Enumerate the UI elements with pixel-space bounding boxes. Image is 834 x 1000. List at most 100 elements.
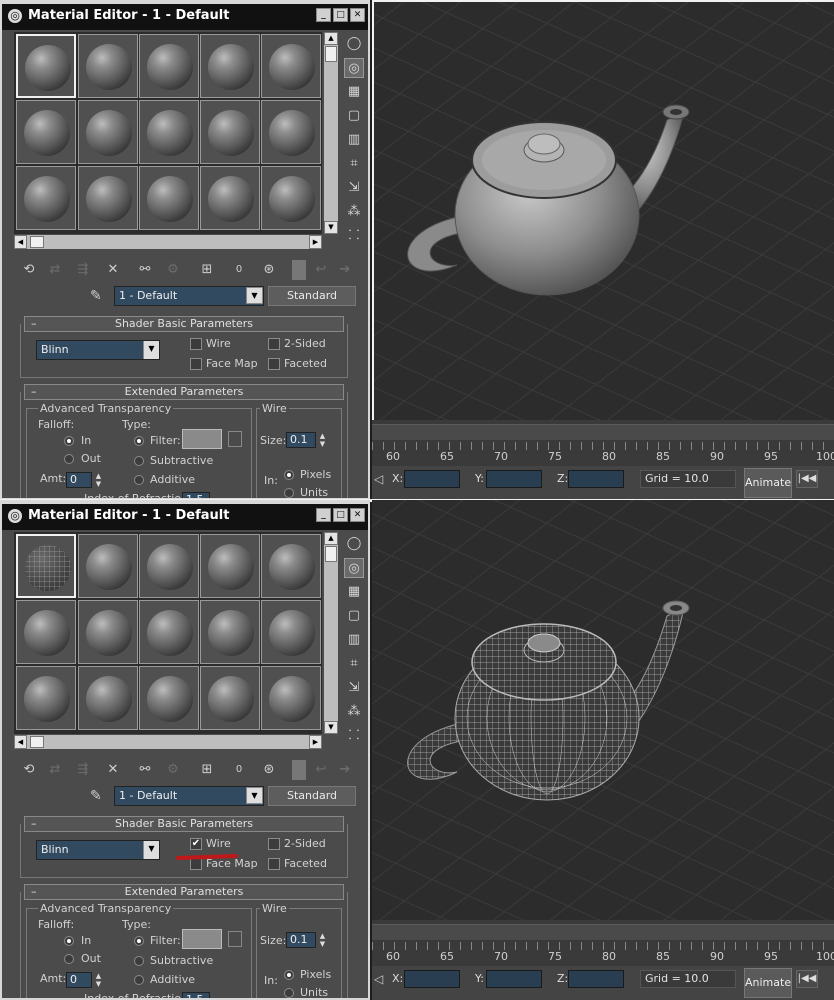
goto-start-icon[interactable]: |◀◀: [796, 970, 818, 988]
maximize-icon[interactable]: □: [333, 8, 348, 22]
filter-map-button[interactable]: [228, 931, 242, 947]
reset-map-icon[interactable]: ✕: [102, 260, 124, 280]
options-icon[interactable]: ⇲: [344, 178, 364, 198]
timeline[interactable]: 60 65 70 75 80 85 90 95 100: [372, 920, 834, 966]
time-slider-track[interactable]: [372, 424, 834, 440]
wire-size-spinner[interactable]: 0.1: [286, 432, 316, 448]
type-subtractive-radio[interactable]: [134, 956, 144, 966]
y-coordinate-field[interactable]: [486, 970, 542, 988]
material-type-button[interactable]: Standard: [268, 786, 356, 806]
material-effects-channel-icon[interactable]: ⊞: [196, 260, 218, 280]
video-color-check-icon[interactable]: ▥: [344, 630, 364, 650]
x-coordinate-field[interactable]: [404, 470, 460, 488]
scroll-right-icon[interactable]: ▶: [309, 235, 322, 249]
sample-slot[interactable]: [139, 666, 199, 730]
timeline[interactable]: 60 65 70 75 80 85 90 95 100: [372, 420, 834, 466]
sample-slot[interactable]: [200, 100, 260, 164]
reset-map-icon[interactable]: ✕: [102, 760, 124, 780]
sample-slot[interactable]: [78, 34, 138, 98]
selection-lock-icon[interactable]: ◁: [374, 972, 383, 986]
maximize-icon[interactable]: □: [333, 508, 348, 522]
perspective-viewport[interactable]: [372, 500, 834, 920]
animate-button[interactable]: Animate: [744, 468, 792, 498]
face-map-checkbox[interactable]: [190, 358, 202, 370]
scroll-thumb[interactable]: [325, 546, 337, 562]
two-sided-checkbox[interactable]: [268, 338, 280, 350]
scroll-left-icon[interactable]: ◀: [14, 735, 27, 749]
two-sided-checkbox[interactable]: [268, 838, 280, 850]
animate-button[interactable]: Animate: [744, 968, 792, 998]
scroll-thumb[interactable]: [30, 236, 44, 248]
sample-slot[interactable]: [78, 166, 138, 230]
selection-lock-icon[interactable]: ◁: [374, 472, 383, 486]
scroll-thumb[interactable]: [30, 736, 44, 748]
close-icon[interactable]: ✕: [350, 508, 365, 522]
falloff-out-radio[interactable]: [64, 954, 74, 964]
face-map-checkbox[interactable]: [190, 858, 202, 870]
sample-type-icon[interactable]: ◯: [344, 534, 364, 554]
units-radio[interactable]: [284, 988, 294, 998]
z-coordinate-field[interactable]: [568, 470, 624, 488]
amt-spinner[interactable]: 0: [66, 472, 92, 488]
x-coordinate-field[interactable]: [404, 970, 460, 988]
material-name-field[interactable]: 1 - Default: [114, 786, 264, 806]
select-by-material-icon[interactable]: ⁂: [344, 202, 364, 222]
sample-slot[interactable]: [200, 666, 260, 730]
slots-vertical-scrollbar[interactable]: ▲ ▼: [324, 532, 338, 734]
sample-slot[interactable]: [261, 34, 321, 98]
material-name-field[interactable]: 1 - Default: [114, 286, 264, 306]
sample-slot[interactable]: [261, 100, 321, 164]
extended-parameters-header[interactable]: – Extended Parameters: [24, 384, 344, 400]
backlight-icon[interactable]: ◎: [344, 558, 364, 578]
effects-channel-value[interactable]: 0: [228, 260, 250, 280]
pick-material-eyedropper-icon[interactable]: ✎: [90, 788, 102, 804]
filter-color-swatch[interactable]: [182, 429, 222, 449]
show-map-in-viewport-icon[interactable]: ⊛: [258, 260, 280, 280]
show-end-result-icon[interactable]: [292, 260, 306, 280]
video-color-check-icon[interactable]: ▥: [344, 130, 364, 150]
close-icon[interactable]: ✕: [350, 8, 365, 22]
filter-map-button[interactable]: [228, 431, 242, 447]
put-material-icon[interactable]: ⇄: [44, 760, 66, 780]
scroll-up-icon[interactable]: ▲: [324, 32, 338, 45]
sample-slot[interactable]: [78, 600, 138, 664]
go-forward-sibling-icon[interactable]: ➔: [334, 260, 356, 280]
scroll-left-icon[interactable]: ◀: [14, 235, 27, 249]
shader-basic-header[interactable]: – Shader Basic Parameters: [24, 316, 344, 332]
put-to-library-icon[interactable]: ⚙: [162, 760, 184, 780]
minimize-icon[interactable]: _: [316, 508, 331, 522]
scroll-down-icon[interactable]: ▼: [324, 721, 338, 734]
make-preview-icon[interactable]: ⌗: [344, 654, 364, 674]
wire-checkbox[interactable]: ✔: [190, 838, 202, 850]
material-type-button[interactable]: Standard: [268, 286, 356, 306]
sample-uv-tiling-icon[interactable]: ▢: [344, 606, 364, 626]
slots-vertical-scrollbar[interactable]: ▲ ▼: [324, 32, 338, 234]
falloff-out-radio[interactable]: [64, 454, 74, 464]
assign-material-icon[interactable]: ⇶: [72, 260, 94, 280]
goto-start-icon[interactable]: |◀◀: [796, 470, 818, 488]
material-name-dropdown-icon[interactable]: ▼: [246, 787, 263, 804]
go-to-parent-icon[interactable]: ↩: [310, 760, 332, 780]
sample-slot[interactable]: [139, 600, 199, 664]
sample-slot[interactable]: [139, 100, 199, 164]
pixels-radio[interactable]: [284, 470, 294, 480]
sample-slot[interactable]: [200, 166, 260, 230]
scroll-down-icon[interactable]: ▼: [324, 221, 338, 234]
sample-slot[interactable]: [200, 34, 260, 98]
sample-slot[interactable]: [16, 100, 76, 164]
show-end-result-icon[interactable]: [292, 760, 306, 780]
material-name-dropdown-icon[interactable]: ▼: [246, 287, 263, 304]
type-filter-radio[interactable]: [134, 436, 144, 446]
pixels-radio[interactable]: [284, 970, 294, 980]
sample-uv-tiling-icon[interactable]: ▢: [344, 106, 364, 126]
scroll-right-icon[interactable]: ▶: [309, 735, 322, 749]
shader-type-dropdown[interactable]: Blinn ▼: [36, 840, 160, 860]
filter-color-swatch[interactable]: [182, 929, 222, 949]
y-coordinate-field[interactable]: [486, 470, 542, 488]
ior-spinner[interactable]: 1.5: [182, 992, 210, 998]
make-preview-icon[interactable]: ⌗: [344, 154, 364, 174]
spinner-arrows-icon[interactable]: ▲ ▼: [94, 972, 103, 988]
select-by-material-icon[interactable]: ⁂: [344, 702, 364, 722]
material-effects-channel-icon[interactable]: ⊞: [196, 760, 218, 780]
sample-slot[interactable]: [16, 34, 76, 98]
